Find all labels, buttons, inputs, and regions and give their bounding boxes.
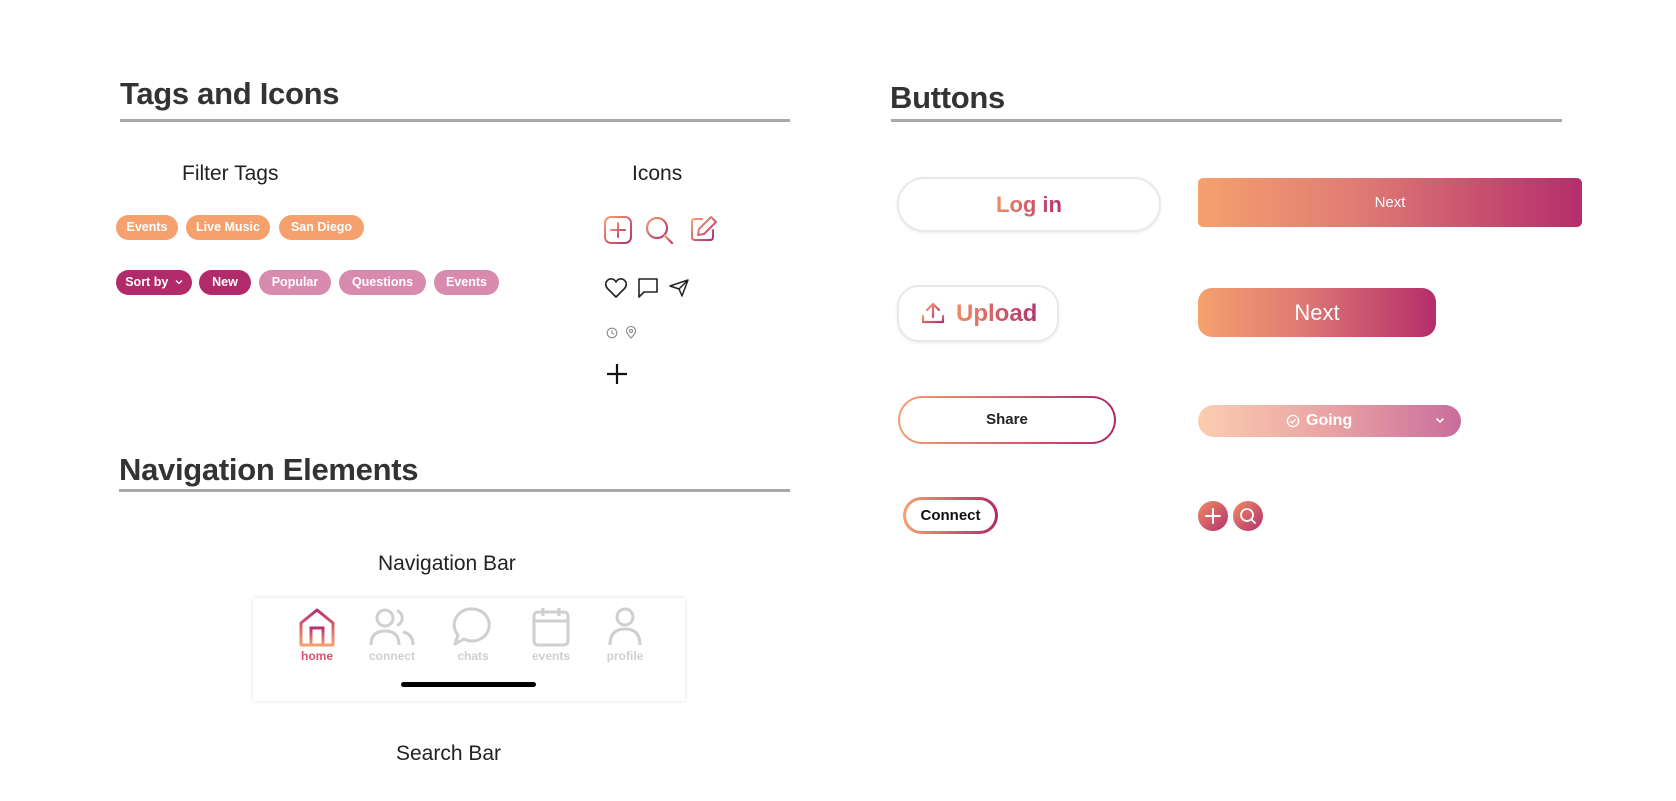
calendar-icon [532, 608, 570, 647]
home-indicator [401, 682, 536, 687]
home-icon [299, 608, 335, 647]
nav-label-profile: profile [606, 649, 644, 663]
chevron-down-icon [175, 280, 183, 285]
clock-icon [606, 327, 618, 339]
share-button-label: Share [900, 398, 1114, 442]
profile-icon [608, 607, 642, 646]
tag-events-light[interactable]: Events [434, 270, 499, 295]
nav-item-connect[interactable]: connect [357, 606, 427, 666]
comment-icon[interactable] [637, 277, 659, 299]
add-icon[interactable] [603, 215, 633, 245]
nav-label-chats: chats [457, 649, 489, 663]
round-add-button[interactable] [1198, 501, 1228, 531]
upload-button[interactable]: Upload [897, 285, 1059, 342]
search-bar-title: Search Bar [396, 742, 502, 765]
share-button[interactable]: Share [898, 396, 1116, 444]
going-label: Going [1306, 412, 1353, 429]
section-title-navigation-elements: Navigation Elements [119, 452, 419, 487]
connect-button[interactable]: Connect [903, 497, 998, 534]
plus-icon[interactable] [605, 362, 629, 386]
sort-by-dropdown[interactable]: Sort by [116, 270, 192, 295]
upload-icon [921, 302, 945, 324]
chat-bubble-icon [452, 607, 491, 646]
section-title-buttons: Buttons [890, 80, 1005, 115]
nav-item-events[interactable]: events [516, 606, 586, 666]
navigation-bar: home connect chats events profile [253, 598, 685, 701]
login-button[interactable]: Log in [897, 177, 1161, 232]
nav-label-connect: connect [368, 649, 415, 663]
icons-title: Icons [632, 162, 683, 185]
nav-item-chats[interactable]: chats [438, 606, 508, 666]
section-divider [120, 119, 790, 122]
sort-by-label: Sort by [125, 275, 169, 289]
search-icon [1240, 508, 1256, 524]
tag-questions[interactable]: Questions [339, 270, 426, 295]
tag-popular[interactable]: Popular [259, 270, 331, 295]
section-divider [891, 119, 1562, 122]
upload-button-label: Upload [956, 287, 1037, 340]
location-pin-icon [625, 326, 637, 339]
heart-icon[interactable] [604, 277, 628, 299]
section-divider [119, 489, 790, 492]
tag-events[interactable]: Events [116, 215, 178, 240]
going-dropdown-button[interactable]: Going [1198, 405, 1461, 437]
section-title-tags-and-icons: Tags and Icons [120, 76, 340, 111]
edit-icon[interactable] [688, 214, 718, 244]
navigation-bar-title: Navigation Bar [378, 552, 516, 575]
people-icon [369, 608, 415, 646]
nav-item-home[interactable]: home [282, 606, 352, 666]
check-circle-icon [1286, 414, 1300, 428]
tag-new[interactable]: New [199, 270, 251, 295]
chevron-down-icon [1435, 417, 1445, 424]
plus-icon [1205, 508, 1221, 524]
next-button[interactable]: Next [1198, 178, 1582, 227]
login-button-label: Log in [996, 192, 1062, 217]
next-rounded-button[interactable]: Next [1198, 288, 1436, 337]
send-icon[interactable] [668, 278, 690, 298]
round-search-button[interactable] [1233, 501, 1263, 531]
filter-tags-title: Filter Tags [182, 162, 279, 185]
search-icon[interactable] [644, 215, 674, 245]
nav-label-home: home [300, 649, 333, 663]
connect-button-label: Connect [906, 500, 995, 531]
tag-live-music[interactable]: Live Music [186, 215, 270, 240]
nav-item-profile[interactable]: profile [590, 606, 660, 666]
nav-label-events: events [531, 649, 571, 663]
tag-san-diego[interactable]: San Diego [279, 215, 364, 240]
